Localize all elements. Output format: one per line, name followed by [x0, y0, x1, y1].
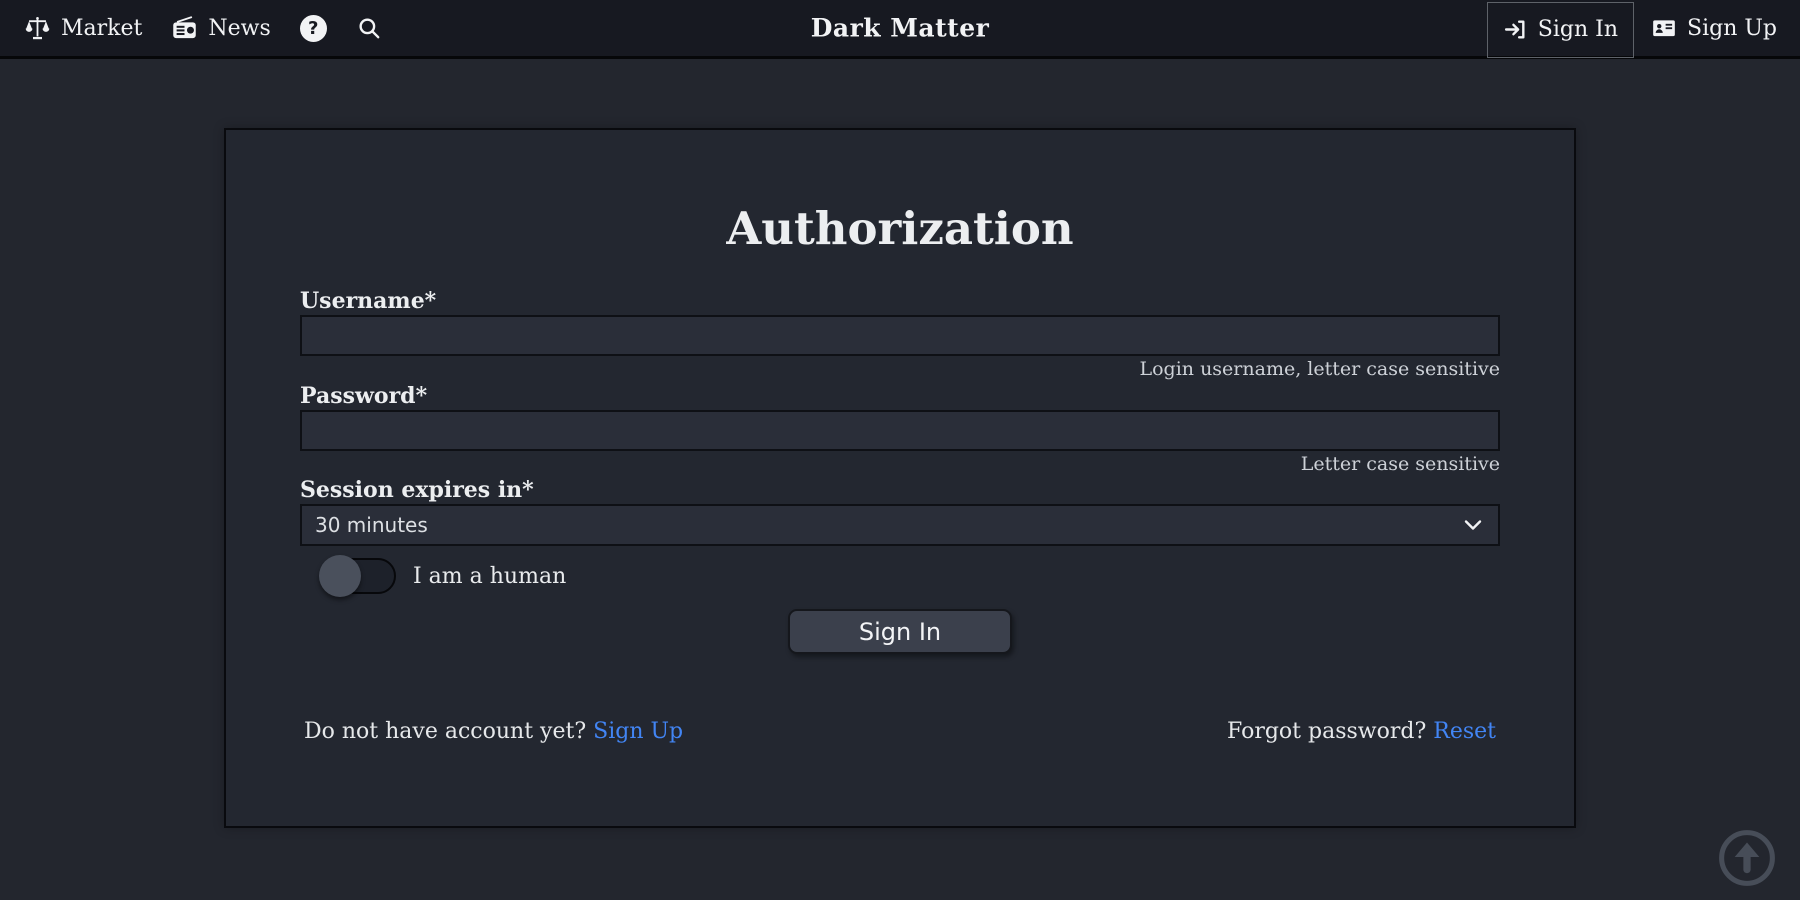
toggle-knob [319, 555, 361, 597]
forgot-prompt-text: Forgot password? [1227, 719, 1426, 744]
nav-item-news-label: News [208, 16, 270, 41]
signup-link[interactable]: Sign Up [593, 719, 683, 744]
search-button[interactable] [356, 15, 382, 41]
nav-item-news[interactable]: News [171, 15, 270, 42]
search-icon [356, 15, 382, 41]
page-title: Authorization [300, 202, 1500, 255]
human-toggle-switch[interactable] [320, 558, 396, 594]
password-label: Password* [300, 383, 1500, 410]
signup-prompt-line: Do not have account yet? Sign Up [304, 719, 683, 744]
chevron-down-icon [1464, 519, 1482, 531]
app-title: Dark Matter [811, 14, 990, 43]
forgot-password-line: Forgot password? Reset [1227, 719, 1496, 744]
password-helper-text: Letter case sensitive [300, 453, 1500, 476]
question-circle-icon: ? [300, 15, 327, 42]
nav-item-market-label: Market [61, 16, 142, 41]
arrow-up-circle-icon [1718, 829, 1776, 887]
scales-icon [24, 15, 51, 42]
scroll-to-top-button[interactable] [1718, 829, 1776, 887]
reset-link[interactable]: Reset [1433, 719, 1496, 744]
navbar-right-group: Sign In Sign Up [1487, 0, 1800, 58]
nav-sign-up-button[interactable]: Sign Up [1636, 0, 1792, 56]
signup-prompt-text: Do not have account yet? [304, 719, 586, 744]
navbar-left-group: Market News ? [24, 15, 382, 42]
username-input[interactable] [300, 315, 1500, 356]
sign-in-submit-button[interactable]: Sign In [788, 609, 1012, 654]
human-toggle-label: I am a human [413, 564, 566, 589]
nav-sign-in-button[interactable]: Sign In [1487, 2, 1634, 58]
session-selected-value: 30 minutes [315, 513, 428, 537]
nav-sign-in-label: Sign In [1538, 17, 1618, 42]
username-helper-text: Login username, letter case sensitive [300, 358, 1500, 381]
username-label: Username* [300, 288, 1500, 315]
auth-links-row: Do not have account yet? Sign Up Forgot … [300, 719, 1500, 744]
session-expires-label: Session expires in* [300, 477, 1500, 504]
human-toggle-row: I am a human [320, 558, 1500, 594]
nav-item-market[interactable]: Market [24, 15, 142, 42]
top-navbar: Market News ? [0, 0, 1800, 59]
nav-sign-up-label: Sign Up [1687, 16, 1777, 41]
authorization-card: Authorization Username* Login username, … [224, 128, 1576, 828]
sign-in-arrow-icon [1503, 17, 1528, 42]
password-input[interactable] [300, 410, 1500, 451]
auth-form: Username* Login username, letter case se… [300, 288, 1500, 744]
radio-icon [171, 15, 198, 42]
session-expires-select[interactable]: 30 minutes [300, 504, 1500, 546]
id-card-icon [1651, 15, 1677, 41]
help-button[interactable]: ? [300, 15, 327, 42]
